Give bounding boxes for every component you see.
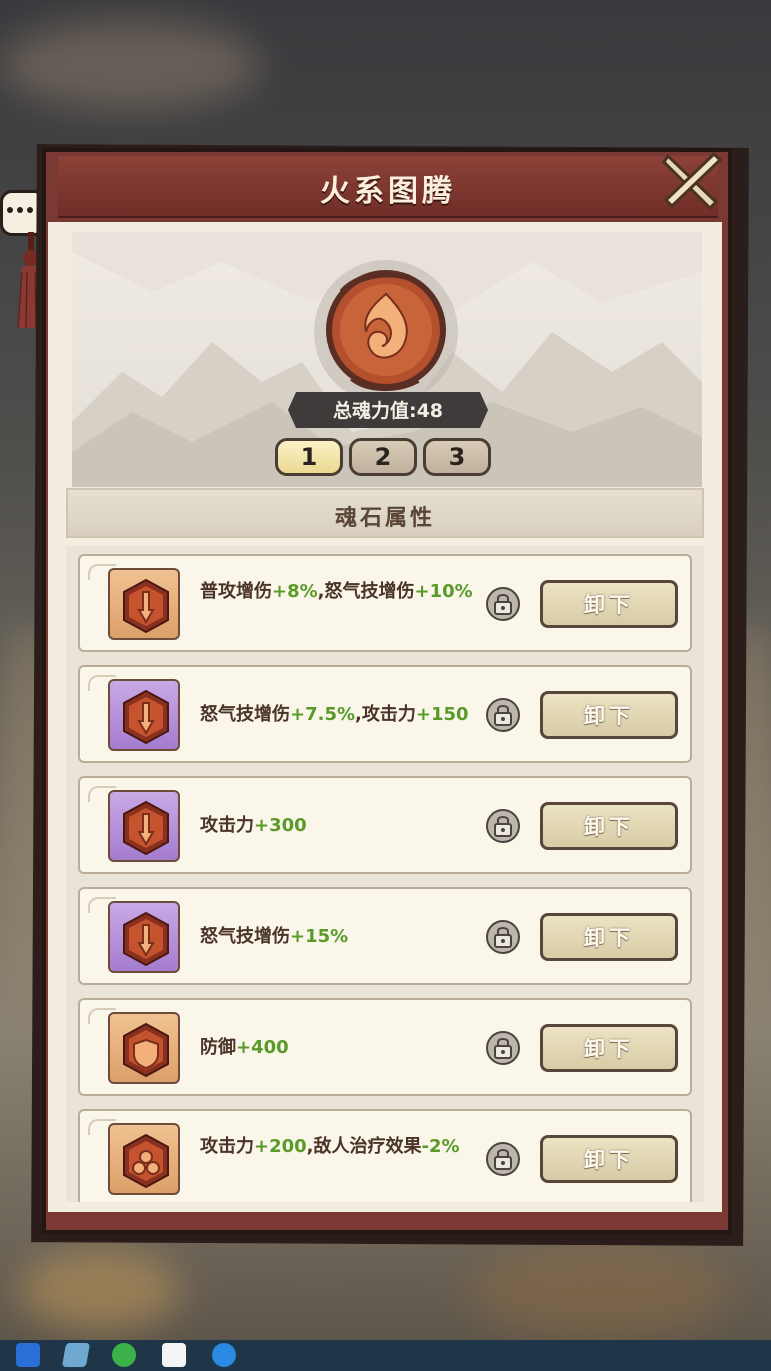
- soul-stone-row: 怒气技增伤+7.5%,攻击力+150 卸下: [78, 665, 692, 763]
- lock-icon[interactable]: [484, 1141, 522, 1177]
- attribute-label: 防御: [200, 1037, 236, 1058]
- search-app-icon[interactable]: [212, 1343, 236, 1367]
- attribute-label: 攻击力: [200, 815, 254, 836]
- soul-stone-row: 普攻增伤+8%,怒气技增伤+10% 卸下: [78, 554, 692, 652]
- soul-stone-attributes: 攻击力+300: [200, 814, 490, 838]
- attribute-label: ,敌人治疗效果: [306, 1136, 422, 1157]
- lock-icon[interactable]: [484, 1030, 522, 1066]
- soul-stone-row: 攻击力+300 卸下: [78, 776, 692, 874]
- lock-icon[interactable]: [484, 808, 522, 844]
- qq-icon[interactable]: [162, 1343, 186, 1367]
- wechat-icon[interactable]: [112, 1343, 136, 1367]
- soul-stone-row: 攻击力+200,敌人治疗效果-2% 卸下: [78, 1109, 692, 1202]
- soul-stone-list[interactable]: 普攻增伤+8%,怒气技增伤+10% 卸下 怒气技增伤+7.5%,攻击力+150 卸下攻…: [66, 546, 704, 1202]
- tab-page-1[interactable]: 1: [275, 438, 343, 476]
- bonus-value: +10%: [414, 581, 473, 602]
- panel-title: 火系图腾: [320, 174, 456, 209]
- soul-stone-icon[interactable]: [108, 568, 180, 640]
- attribute-label: 怒气技增伤: [200, 926, 290, 947]
- background-scenery: [0, 20, 260, 110]
- background-scenery: [20, 1250, 180, 1330]
- attribute-label: 普攻增伤: [200, 581, 272, 602]
- unequip-button[interactable]: 卸下: [540, 1024, 678, 1072]
- tab-page-2[interactable]: 2: [349, 438, 417, 476]
- soul-stone-attributes: 普攻增伤+8%,怒气技增伤+10%: [200, 580, 490, 604]
- soul-stone-icon[interactable]: [108, 1012, 180, 1084]
- os-taskbar: [0, 1340, 771, 1371]
- panel-header: 火系图腾: [58, 156, 718, 218]
- bonus-value: +400: [236, 1037, 289, 1058]
- soul-stone-row: 怒气技增伤+15% 卸下: [78, 887, 692, 985]
- bonus-value: -2%: [421, 1136, 460, 1157]
- soul-stone-attributes: 攻击力+200,敌人治疗效果-2%: [200, 1135, 490, 1159]
- soul-stone-attributes: 怒气技增伤+15%: [200, 925, 490, 949]
- bonus-value: +15%: [290, 926, 349, 947]
- soul-stone-icon[interactable]: [108, 790, 180, 862]
- bonus-value: +8%: [272, 581, 318, 602]
- fire-totem-emblem: [314, 260, 458, 404]
- section-header: 魂石属性: [66, 488, 704, 538]
- app-icon[interactable]: [16, 1343, 40, 1367]
- background-scenery: [470, 1240, 730, 1340]
- bonus-value: +150: [415, 704, 469, 725]
- soul-stone-icon[interactable]: [108, 901, 180, 973]
- unequip-button[interactable]: 卸下: [540, 580, 678, 628]
- unequip-button[interactable]: 卸下: [540, 913, 678, 961]
- close-icon[interactable]: [660, 150, 722, 212]
- soul-stone-icon[interactable]: [108, 1123, 180, 1195]
- soul-stone-attributes: 防御+400: [200, 1036, 490, 1060]
- soul-stone-icon[interactable]: [108, 679, 180, 751]
- attribute-label: ,怒气技增伤: [317, 581, 415, 602]
- bonus-value: +7.5%: [290, 704, 356, 725]
- section-title: 魂石属性: [334, 506, 435, 531]
- lock-icon[interactable]: [484, 586, 522, 622]
- soul-power-value: 总魂力值:48: [332, 400, 444, 422]
- lock-icon[interactable]: [484, 697, 522, 733]
- tab-page-3[interactable]: 3: [423, 438, 491, 476]
- unequip-button[interactable]: 卸下: [540, 1135, 678, 1183]
- lock-icon[interactable]: [484, 919, 522, 955]
- attribute-label: ,攻击力: [355, 704, 416, 725]
- app-icon[interactable]: [61, 1343, 91, 1367]
- soul-stone-attributes: 怒气技增伤+7.5%,攻击力+150: [200, 703, 500, 727]
- attribute-label: 怒气技增伤: [200, 704, 290, 725]
- attribute-label: 攻击力: [200, 1136, 254, 1157]
- page-tabs: 1 2 3: [275, 438, 491, 476]
- soul-stone-row: 防御+400 卸下: [78, 998, 692, 1096]
- unequip-button[interactable]: 卸下: [540, 691, 678, 739]
- bonus-value: +200: [254, 1136, 307, 1157]
- unequip-button[interactable]: 卸下: [540, 802, 678, 850]
- bonus-value: +300: [254, 815, 307, 836]
